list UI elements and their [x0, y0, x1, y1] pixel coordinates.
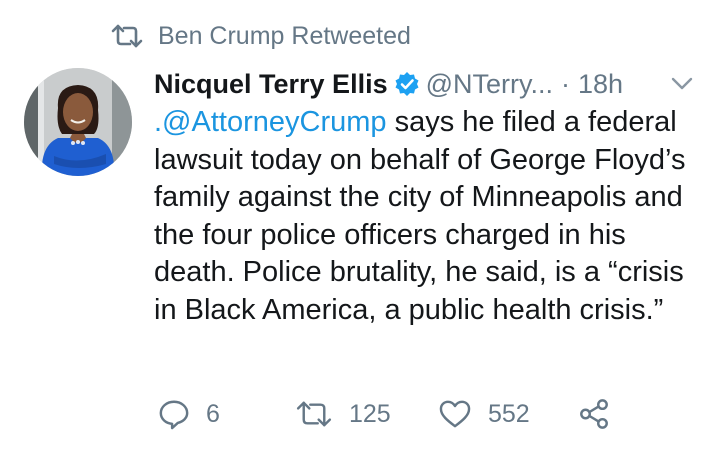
- tweet-text: .@AttorneyCrump says he filed a federal …: [154, 104, 709, 329]
- retweet-context[interactable]: Ben Crump Retweeted: [110, 20, 411, 52]
- retweet-icon: [296, 401, 332, 427]
- retweet-icon: [111, 24, 143, 48]
- reply-count: 6: [206, 399, 220, 428]
- retweet-count: 125: [349, 399, 391, 428]
- avatar[interactable]: [24, 68, 132, 176]
- separator-dot: ·: [561, 68, 570, 99]
- mention-link[interactable]: .@AttorneyCrump: [154, 106, 387, 138]
- verified-badge-icon: [395, 72, 419, 96]
- tweet-body: says he filed a federal lawsuit today on…: [154, 106, 686, 326]
- like-button[interactable]: 552: [438, 392, 530, 436]
- profile-photo: [24, 68, 132, 176]
- share-button[interactable]: [578, 392, 626, 436]
- heart-icon: [439, 400, 471, 428]
- author-name[interactable]: Nicquel Terry Ellis: [154, 69, 388, 100]
- retweet-label: Ben Crump Retweeted: [158, 21, 411, 50]
- tweet-actions: 6 125 552: [158, 392, 628, 436]
- reply-icon: [159, 400, 189, 430]
- reply-button[interactable]: 6: [158, 392, 220, 436]
- tweet-header: Nicquel Terry Ellis @NTerry... · 18h: [154, 66, 699, 102]
- timestamp[interactable]: 18h: [578, 69, 623, 100]
- share-icon: [580, 399, 608, 429]
- retweet-button[interactable]: 125: [295, 392, 391, 436]
- chevron-down-icon[interactable]: [669, 72, 695, 94]
- like-count: 552: [488, 399, 530, 428]
- author-handle[interactable]: @NTerry...: [426, 69, 553, 100]
